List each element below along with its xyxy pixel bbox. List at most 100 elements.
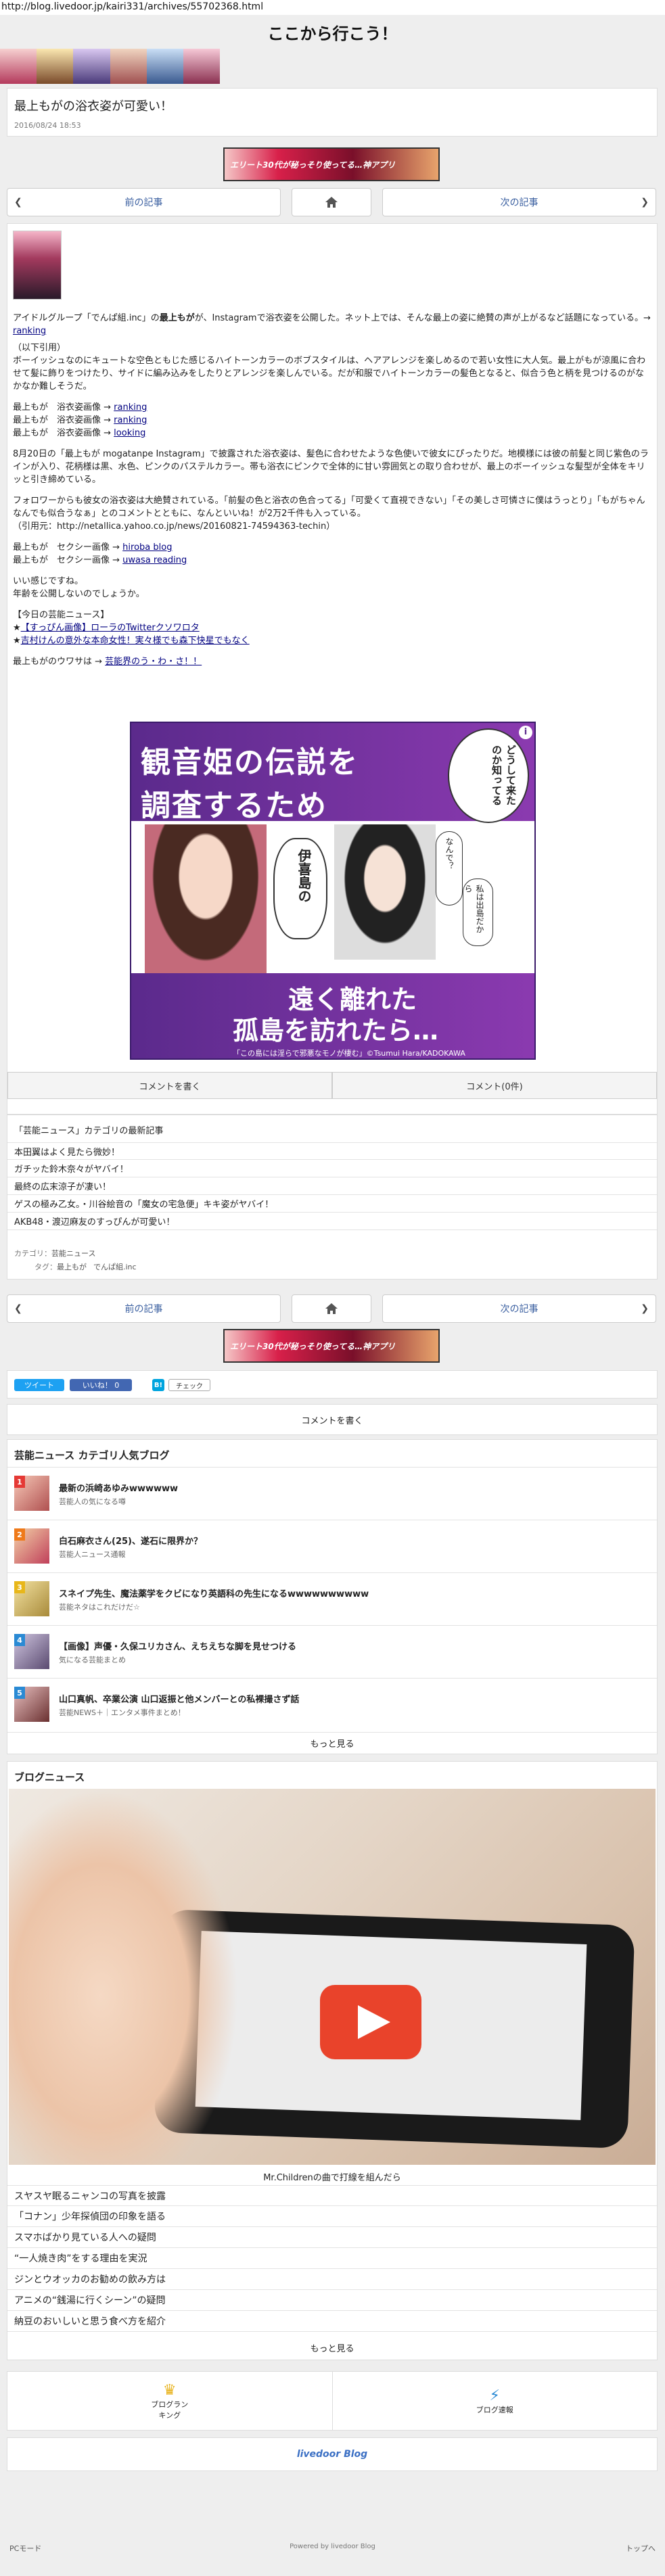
- popular-title: 【画像】声優・久保ユリカさん、えちえちな脚を見せつける: [59, 1642, 297, 1652]
- popular-sub: 芸能人の気になる噂: [59, 1497, 126, 1506]
- livedoor-logo[interactable]: livedoor Blog: [297, 2449, 367, 2460]
- link-line: 最上もが セクシー画像 → uwasa reading: [13, 555, 187, 565]
- home-button[interactable]: [292, 1294, 371, 1323]
- livedoor-check-button[interactable]: チェック: [168, 1379, 210, 1391]
- rank-badge: 2: [14, 1528, 25, 1541]
- site-title[interactable]: ここから行こう！: [0, 20, 665, 44]
- popular-item[interactable]: 2 白石麻衣さん(25)、遂石に限界か？ 芸能人ニュース通報: [7, 1520, 657, 1572]
- uwasa-link[interactable]: uwasa reading: [122, 555, 187, 565]
- livedoor-logo-box: livedoor Blog: [7, 2437, 658, 2471]
- closing-line-2: 年齢を公開しないのでしょうか。: [13, 589, 145, 599]
- tweet-button[interactable]: ツイート: [14, 1379, 64, 1391]
- chevron-right-icon: ❯: [641, 1303, 649, 1314]
- home-icon: [325, 197, 338, 208]
- manga-bubble-small: 私は出島だから: [463, 879, 493, 946]
- news-heading: 【今日の芸能ニュース】: [13, 610, 110, 620]
- popular-item[interactable]: 5 山口真帆、卒業公演 山口返振と他メンバーとの私裸撮さず話 芸能NEWS＋｜エ…: [7, 1678, 657, 1731]
- news-list-item[interactable]: ジンとウオッカのお勧めの飲み方は: [7, 2269, 657, 2290]
- tag-link[interactable]: 最上もが: [57, 1263, 87, 1271]
- blog-news-caption[interactable]: Mr.Childrenの曲で打線を組んだら: [7, 2170, 657, 2183]
- home-icon: [325, 1303, 338, 1314]
- blog-news-label: ブログ速報: [476, 2405, 513, 2414]
- manga-title-2: 調査するため: [141, 789, 327, 823]
- rank-badge: 5: [14, 1687, 25, 1699]
- manga-bubble-right: どうして来たのか知ってる: [448, 728, 529, 823]
- article-paragraph-2: ボーイッシュなのにキュートな空色ともじた感じるハイトーンカラーのボブスタイルは、…: [13, 356, 646, 392]
- blog-news-more-button[interactable]: もっと見る: [7, 2335, 657, 2360]
- ranking-link[interactable]: ranking: [114, 415, 147, 425]
- popular-item[interactable]: 1 最新の浜崎あゆみwwwwww 芸能人の気になる噂: [7, 1467, 657, 1520]
- popular-item[interactable]: 3 スネイプ先生、魔法薬学をクビになり英語科の先生になるwwwwwwwwww 芸…: [7, 1572, 657, 1625]
- like-button[interactable]: いいね！ 0: [70, 1379, 132, 1391]
- category-link[interactable]: 芸能ニュース: [51, 1249, 95, 1258]
- tag-link[interactable]: でんぱ組.inc: [93, 1263, 137, 1271]
- next-post-label: 次の記事: [500, 1304, 538, 1315]
- post-title[interactable]: 最上もがの浴衣姿が可愛い！: [14, 97, 173, 114]
- popular-blogs: 芸能ニュース カテゴリ人気ブログ 1 最新の浜崎あゆみwwwwww 芸能人の気に…: [7, 1439, 658, 1754]
- prev-post-button[interactable]: ❮ 前の記事: [7, 188, 281, 216]
- popular-title: 最新の浜崎あゆみwwwwww: [59, 1484, 179, 1494]
- popular-heading: 芸能ニュース カテゴリ人気ブログ: [14, 1449, 170, 1461]
- news-list-item[interactable]: スマホばかり見ている人への疑問: [7, 2227, 657, 2248]
- crown-icon: ♛: [162, 2381, 177, 2399]
- popular-sub: 芸能ネタはこれだけだ☆: [59, 1603, 140, 1612]
- article-paragraph-4: フォロワーからも彼女の浴衣姿は大絶賛されている。「前髪の色と浴衣の色合ってる」「…: [13, 496, 645, 519]
- hatena-bookmark-button[interactable]: B!: [152, 1379, 164, 1391]
- write-comment-button[interactable]: コメントを書く: [7, 1072, 332, 1099]
- popular-sub: 芸能NEWS＋｜エンタメ事件まとめ！: [59, 1708, 185, 1717]
- powered-by: Powered by livedoor Blog: [290, 2543, 375, 2550]
- list-item[interactable]: ゲスの極み乙女。・川谷絵音の「魔女の宅急便」キキ姿がヤバイ！: [7, 1195, 657, 1213]
- closing-line-1: いい感じですね。: [13, 576, 84, 586]
- looking-link[interactable]: looking: [114, 428, 145, 438]
- uwasa-site-link[interactable]: 芸能界のう・わ・さ！！: [105, 657, 202, 667]
- blog-news-link[interactable]: ⚡ ブログ速報: [333, 2372, 658, 2430]
- prev-post-button[interactable]: ❮ 前の記事: [7, 1294, 281, 1323]
- list-item[interactable]: 最終の広末涼子が凄い！: [7, 1177, 657, 1195]
- blog-news-hero-image[interactable]: [9, 1789, 656, 2165]
- chevron-left-icon: ❮: [14, 1303, 22, 1314]
- list-item[interactable]: ガチッた鈴木奈々がヤバイ！: [7, 1160, 657, 1177]
- header-banner[interactable]: [0, 49, 220, 84]
- ad-banner-bottom[interactable]: エリート30代が秘っそり使ってる…神アプリ: [223, 1329, 440, 1363]
- popular-sub: 芸能人ニュース通報: [59, 1550, 126, 1559]
- prev-post-label: 前の記事: [124, 197, 163, 208]
- news-list-item[interactable]: 「コナン」少年探偵団の印象を語る: [7, 2206, 657, 2227]
- news-list-item[interactable]: “一人焼き肉”をする理由を実況: [7, 2248, 657, 2269]
- popular-sub: 気になる芸能まとめ: [59, 1656, 126, 1664]
- ad-banner-top[interactable]: エリート30代が秘っそり使ってる…神アプリ: [223, 147, 440, 181]
- manga-info-icon[interactable]: i: [519, 726, 532, 739]
- list-item[interactable]: AKB48・渡辺麻友のすっぴんが可愛い！: [7, 1213, 657, 1230]
- hiroba-link[interactable]: hiroba blog: [122, 542, 172, 553]
- news-list-item[interactable]: 納豆のおいしいと思う食べ方を紹介: [7, 2311, 657, 2332]
- blog-ranking-label: ブログランキング: [151, 2399, 189, 2420]
- article-body: アイドルグループ「でんぱ組.inc」の最上もがが、Instagramで浴衣姿を公…: [7, 223, 658, 1115]
- category-latest: 「芸能ニュース」カテゴリの最新記事 本田翼はよく見たら微妙！ ガチッた鈴木奈々が…: [7, 1115, 658, 1280]
- ranking-link[interactable]: ranking: [13, 326, 46, 336]
- category-latest-heading: 「芸能ニュース」カテゴリの最新記事: [14, 1126, 164, 1136]
- manga-bubble-mid: なんで？: [436, 831, 463, 906]
- article-thumbnail[interactable]: [13, 231, 62, 300]
- back-to-top-link[interactable]: トップへ: [626, 2543, 656, 2554]
- list-item[interactable]: 本田翼はよく見たら微妙！: [7, 1142, 657, 1160]
- next-post-button[interactable]: 次の記事 ❯: [382, 1294, 656, 1323]
- manga-caption: 「この島には淫らで邪悪なモノが棲む」©Tsumui Hara/KADOKAWA: [233, 1049, 465, 1058]
- popular-title: 山口真帆、卒業公演 山口返振と他メンバーとの私裸撮さず話: [59, 1695, 300, 1705]
- post-nav-bottom: ❮ 前の記事 次の記事 ❯: [7, 1294, 658, 1323]
- ad-text: エリート30代が秘っそり使ってる…神アプリ: [230, 1341, 396, 1351]
- link-line: 最上もが セクシー画像 → hiroba blog: [13, 542, 173, 553]
- news-list-item[interactable]: スヤスヤ眠るニャンコの写真を披露: [7, 2185, 657, 2206]
- manga-ad[interactable]: 観音姫の伝説を 調査するため どうして来たのか知ってる i 伊喜島の なんで？ …: [130, 722, 536, 1060]
- popular-item[interactable]: 4 【画像】声優・久保ユリカさん、えちえちな脚を見せつける 気になる芸能まとめ: [7, 1625, 657, 1678]
- prev-post-label: 前の記事: [124, 1304, 163, 1315]
- ranking-link[interactable]: ranking: [114, 402, 147, 413]
- next-post-button[interactable]: 次の記事 ❯: [382, 188, 656, 216]
- source-line: （引用元：http://netallica.yahoo.co.jp/news/2…: [13, 521, 336, 532]
- blog-ranking-link[interactable]: ♛ ブログランキング: [7, 2372, 333, 2430]
- social-bar: ツイート いいね！ 0 B! チェック: [7, 1370, 658, 1399]
- news-list-item[interactable]: アニメの“銭湯に行くシーン”の疑問: [7, 2290, 657, 2311]
- home-button[interactable]: [292, 188, 371, 216]
- popular-more-button[interactable]: もっと見る: [7, 1732, 657, 1754]
- comment-count-button[interactable]: コメント(0件): [332, 1072, 657, 1099]
- write-comment-box[interactable]: コメントを書く: [7, 1404, 658, 1435]
- url-bar: http://blog.livedoor.jp/kairi331/archive…: [0, 0, 665, 15]
